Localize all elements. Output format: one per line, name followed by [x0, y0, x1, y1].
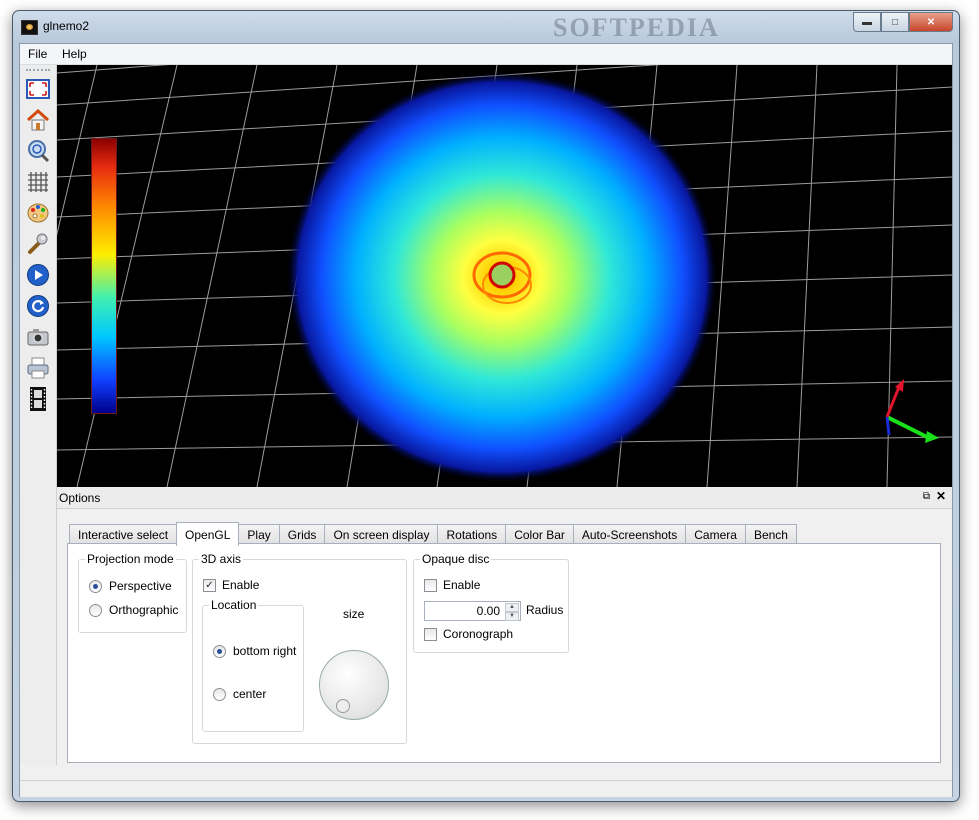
location-group: Location bottom right center	[202, 598, 304, 732]
perspective-radio-dot[interactable]	[89, 579, 102, 593]
reload-icon[interactable]	[26, 294, 50, 318]
film-icon[interactable]	[26, 387, 50, 411]
tab-camera[interactable]: Camera	[685, 524, 746, 545]
options-header: Options ⧉ ✕	[57, 488, 952, 509]
play-icon[interactable]	[26, 263, 50, 287]
radius-spinbox[interactable]: 0.00 ▲ ▼	[424, 601, 521, 621]
tool-bar	[20, 65, 57, 765]
disc-enable-checkbox[interactable]: Enable	[424, 578, 480, 592]
projection-mode-group: Projection mode Perspective Orthographic	[78, 552, 187, 633]
home-icon[interactable]	[26, 108, 50, 132]
size-label: size	[343, 607, 365, 621]
core-ring	[488, 261, 516, 289]
tab-auto-screenshots[interactable]: Auto-Screenshots	[572, 524, 687, 545]
projection-mode-title: Projection mode	[85, 552, 176, 566]
printer-icon[interactable]	[26, 356, 50, 380]
dial-knob[interactable]	[336, 699, 350, 713]
maximize-button[interactable]: □	[881, 12, 909, 32]
spin-up-icon[interactable]: ▲	[505, 603, 519, 612]
toolbar-grip[interactable]	[26, 69, 50, 73]
opengl-tab-page: Projection mode Perspective Orthographic…	[67, 543, 941, 763]
tab-color-bar[interactable]: Color Bar	[505, 524, 574, 545]
camera-icon[interactable]	[26, 325, 50, 349]
grid-icon[interactable]	[26, 170, 50, 194]
radius-label: Radius	[526, 603, 564, 617]
coronograph-check-icon[interactable]	[424, 627, 437, 641]
tab-grids[interactable]: Grids	[278, 524, 326, 545]
color-bar	[91, 138, 117, 414]
disc-enable-label: Enable	[443, 578, 481, 592]
menu-bar: File Help	[20, 44, 952, 65]
center-radio[interactable]: center	[213, 687, 266, 701]
radius-value: 0.00	[476, 604, 500, 618]
tab-bench[interactable]: Bench	[744, 524, 797, 545]
coronograph-checkbox[interactable]: Coronograph	[424, 627, 513, 641]
wrench-icon[interactable]	[26, 232, 50, 256]
opaque-disc-group: Opaque disc Enable 0.00 ▲ ▼ Radius Coron…	[413, 552, 569, 653]
perspective-label: Perspective	[109, 579, 172, 593]
client-area: File Help Options ⧉ ✕ Interactive select…	[19, 43, 953, 797]
app-icon	[21, 20, 38, 35]
axis-gizmo	[885, 379, 939, 443]
opaque-disc-title: Opaque disc	[420, 552, 492, 566]
menu-file[interactable]: File	[28, 47, 47, 61]
center-label: center	[233, 687, 267, 701]
status-bar	[20, 780, 952, 797]
float-icon[interactable]: ⧉	[923, 491, 930, 502]
perspective-radio[interactable]: Perspective	[89, 579, 172, 593]
dock-close-icon[interactable]: ✕	[936, 489, 946, 503]
opengl-view[interactable]	[57, 65, 952, 487]
options-panel: Options ⧉ ✕ Interactive select OpenGL Pl…	[57, 488, 952, 778]
3d-axis-title: 3D axis	[199, 552, 244, 566]
location-title: Location	[209, 598, 259, 612]
close-button[interactable]: ✕	[909, 12, 953, 32]
axis-enable-checkbox[interactable]: ✓ Enable	[203, 578, 259, 592]
options-tabs: Interactive select OpenGL Play Grids On …	[69, 522, 797, 546]
app-window: glnemo2 SOFTPEDIA ▬ □ ✕ File Help Option…	[12, 10, 960, 802]
orthographic-radio[interactable]: Orthographic	[89, 603, 178, 617]
bottom-right-radio-dot[interactable]	[213, 644, 226, 658]
orthographic-radio-dot[interactable]	[89, 603, 102, 617]
bottom-right-radio[interactable]: bottom right	[213, 644, 296, 658]
tab-interactive-select[interactable]: Interactive select	[69, 524, 178, 545]
tab-opengl[interactable]: OpenGL	[176, 522, 240, 546]
window-title: glnemo2	[43, 19, 90, 33]
tab-play[interactable]: Play	[238, 524, 280, 545]
center-radio-dot[interactable]	[213, 687, 226, 701]
bottom-right-label: bottom right	[233, 644, 297, 658]
zoom-icon[interactable]	[26, 139, 50, 163]
tab-on-screen-display[interactable]: On screen display	[324, 524, 439, 545]
axis-size-dial[interactable]	[319, 650, 389, 720]
axis-enable-check-icon[interactable]: ✓	[203, 578, 216, 592]
title-bar[interactable]: glnemo2 SOFTPEDIA ▬ □ ✕	[13, 11, 959, 43]
axis-enable-label: Enable	[222, 578, 260, 592]
fullscreen-icon[interactable]	[26, 77, 50, 101]
menu-help[interactable]: Help	[62, 47, 87, 61]
spin-down-icon[interactable]: ▼	[505, 612, 519, 621]
3d-axis-group: 3D axis ✓ Enable Location bottom right c…	[192, 552, 407, 744]
palette-icon[interactable]	[26, 201, 50, 225]
tab-rotations[interactable]: Rotations	[437, 524, 507, 545]
softpedia-watermark: SOFTPEDIA	[553, 13, 720, 42]
minimize-button[interactable]: ▬	[853, 12, 881, 32]
coronograph-label: Coronograph	[443, 627, 514, 641]
options-title: Options	[59, 491, 101, 505]
disc-enable-check-icon[interactable]	[424, 578, 437, 592]
orthographic-label: Orthographic	[109, 603, 179, 617]
